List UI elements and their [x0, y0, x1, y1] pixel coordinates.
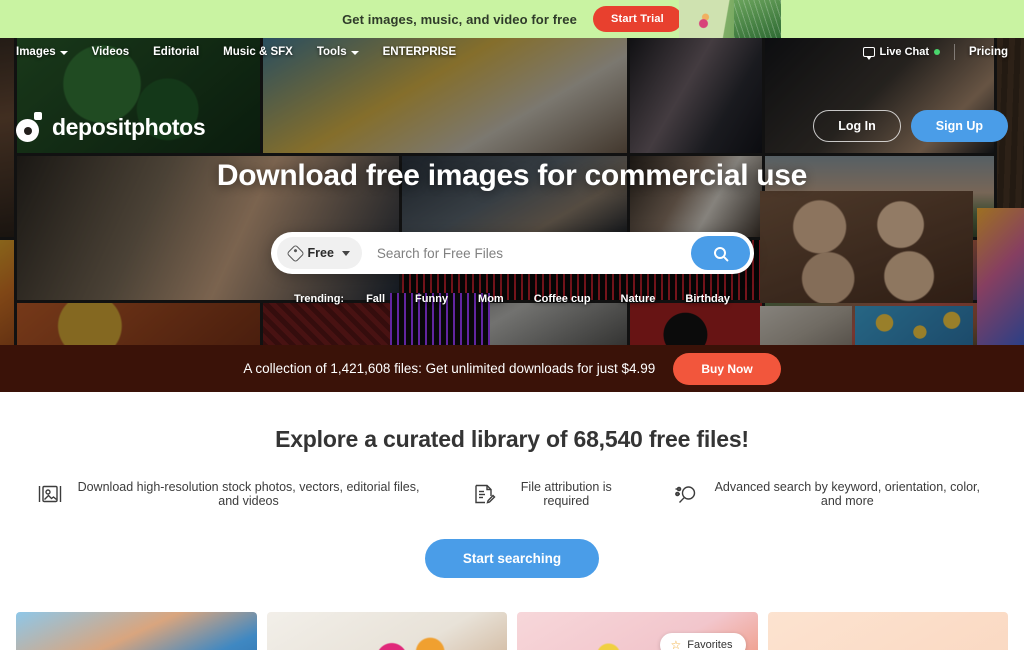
- mosaic-tile: [402, 156, 627, 237]
- chevron-down-icon: [341, 250, 350, 256]
- mosaic-tile: [0, 240, 14, 345]
- trending-tag-birthday[interactable]: Birthday: [685, 293, 730, 305]
- trending-tag-nature[interactable]: Nature: [621, 293, 656, 305]
- feature-list: Download high-resolution stock photos, v…: [0, 480, 1024, 508]
- trending-tag-mom[interactable]: Mom: [478, 293, 504, 305]
- chevron-down-icon: [59, 51, 68, 55]
- feature-item-advanced-search: Advanced search by keyword, orientation,…: [674, 480, 986, 508]
- sign-up-button[interactable]: Sign Up: [910, 110, 1008, 142]
- feature-text: File attribution is required: [520, 480, 612, 508]
- trending-label: Trending:: [293, 293, 345, 306]
- auth-buttons: Log In Sign Up: [813, 110, 1008, 142]
- nav-item-label: ENTERPRISE: [382, 46, 457, 58]
- nav-item-label: Music & SFX: [223, 46, 293, 58]
- nav-links: Images Videos Editorial Music & SFX Tool…: [16, 46, 456, 58]
- nav-divider: [954, 44, 956, 60]
- gallery-strip: ☆ Favorites: [0, 612, 1024, 650]
- nav-item-label: Videos: [91, 46, 130, 58]
- trending-tag-coffee-cup[interactable]: Coffee cup: [534, 293, 591, 305]
- brand-name: depositphotos: [52, 113, 206, 140]
- gallery-card-boho-wall-decor[interactable]: [266, 612, 507, 650]
- nav-item-music-sfx[interactable]: Music & SFX: [223, 46, 293, 58]
- nav-item-label: Tools: [316, 46, 347, 58]
- promo-banner: Get images, music, and video for free St…: [0, 0, 1024, 38]
- search-icon: [714, 247, 726, 260]
- favorites-chip[interactable]: ☆ Favorites: [660, 633, 746, 650]
- nav-item-editorial[interactable]: Editorial: [153, 46, 199, 58]
- info-section: Explore a curated library of 68,540 free…: [0, 392, 1024, 578]
- star-icon: ☆: [670, 638, 682, 650]
- log-in-button[interactable]: Log In: [813, 110, 901, 142]
- offer-banner: A collection of 1,421,608 files: Get unl…: [0, 345, 1024, 392]
- trending-tag-funny[interactable]: Funny: [415, 293, 448, 305]
- online-status-dot: [934, 49, 941, 55]
- favorites-label: Favorites: [687, 639, 733, 650]
- hero-section: Images Videos Editorial Music & SFX Tool…: [0, 38, 1024, 345]
- gallery-card-couple-with-camera[interactable]: [16, 612, 257, 650]
- mosaic-tile: [0, 38, 14, 237]
- info-title: Explore a curated library of 68,540 free…: [275, 426, 749, 452]
- nav-item-label: Editorial: [153, 46, 200, 58]
- mosaic-tile: [17, 156, 399, 300]
- chat-bubble-icon: [862, 47, 875, 60]
- feature-item-attribution: File attribution is required: [472, 480, 626, 508]
- search-bar: Free: [270, 232, 754, 275]
- buy-now-button[interactable]: Buy Now: [673, 352, 781, 385]
- chevron-down-icon: [350, 51, 359, 55]
- mosaic-tile: [263, 303, 399, 345]
- offer-text: A collection of 1,421,608 files: Get unl…: [243, 361, 656, 376]
- feature-text: Advanced search by keyword, orientation,…: [714, 480, 981, 508]
- search-input[interactable]: [361, 244, 691, 262]
- start-trial-button[interactable]: Start Trial: [592, 6, 682, 32]
- search-submit-button[interactable]: [690, 236, 750, 271]
- cta-container: Start searching: [0, 539, 1024, 578]
- live-chat-label: Live Chat: [879, 46, 930, 58]
- nav-item-videos[interactable]: Videos: [92, 46, 130, 58]
- image-file-icon: [38, 485, 62, 503]
- live-chat-button[interactable]: Live Chat: [862, 46, 941, 60]
- gallery-card-peach-gradient[interactable]: [767, 612, 1008, 650]
- brand-logo[interactable]: depositphotos: [16, 112, 206, 142]
- mosaic-tile: [17, 303, 260, 345]
- gallery-card-birthday-cake[interactable]: ☆ Favorites: [517, 612, 758, 650]
- mosaic-tile: [630, 303, 762, 345]
- tag-icon: [285, 243, 305, 263]
- camera-lens-logo-icon: [16, 112, 42, 142]
- mosaic-tile: [760, 191, 973, 303]
- feature-item-download: Download high-resolution stock photos, v…: [38, 480, 424, 508]
- feature-text: Download high-resolution stock photos, v…: [77, 480, 420, 508]
- nav-utility-links: Live Chat Pricing: [862, 44, 1008, 60]
- pricing-link[interactable]: Pricing: [969, 46, 1008, 58]
- start-searching-button[interactable]: Start searching: [424, 539, 600, 578]
- main-navigation: Images Videos Editorial Music & SFX Tool…: [0, 38, 1024, 66]
- advanced-search-icon: [674, 486, 695, 503]
- mosaic-tile: [977, 208, 1024, 345]
- nav-item-images[interactable]: Images: [16, 46, 68, 58]
- document-edit-icon: [475, 484, 496, 504]
- trending-tag-fall[interactable]: Fall: [366, 293, 385, 305]
- trending-tags: Trending: Fall Funny Mom Coffee cup Natu…: [294, 293, 730, 305]
- promo-thumbnail-image: [679, 0, 781, 38]
- promo-banner-text: Get images, music, and video for free: [342, 11, 577, 27]
- search-filter-label: Free: [307, 246, 334, 261]
- nav-item-label: Images: [16, 46, 56, 58]
- mosaic-tile: [760, 306, 852, 345]
- nav-item-enterprise[interactable]: ENTERPRISE: [383, 46, 457, 58]
- search-filter-dropdown[interactable]: Free: [276, 237, 362, 270]
- nav-item-tools[interactable]: Tools: [317, 46, 359, 58]
- mosaic-tile: [855, 306, 973, 345]
- mosaic-tile: [630, 156, 762, 237]
